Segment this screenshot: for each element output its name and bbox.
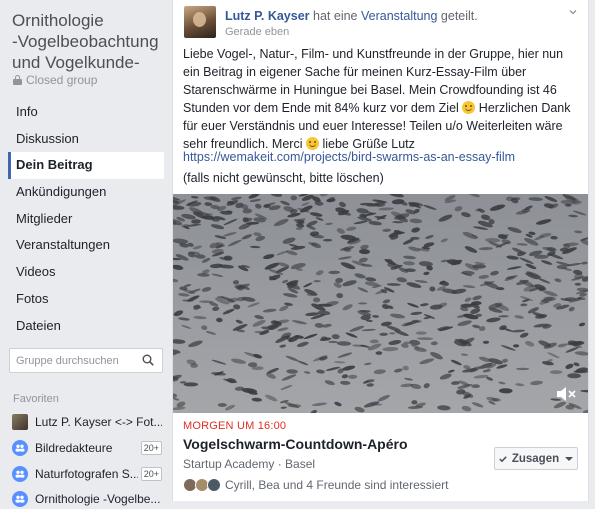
post-note: (falls nicht gewünscht, bitte löschen) [183, 171, 384, 185]
group-title-line-2[interactable]: -Vogelbeobachtung [12, 31, 168, 52]
favorite-label: Naturfotografen S... [35, 467, 138, 481]
group-title-line-3[interactable]: und Vogelkunde- [12, 52, 168, 73]
post-timestamp[interactable]: Gerade eben [225, 26, 289, 38]
mute-icon[interactable] [556, 386, 576, 402]
group-title[interactable]: Ornithologie -Vogelbeobachtung und Vogel… [12, 10, 168, 73]
nav-item-events[interactable]: Veranstaltungen [8, 232, 164, 259]
post-body: Liebe Vogel-, Natur-, Film- und Kunstfre… [183, 45, 583, 153]
post-author[interactable]: Lutz P. Kayser [225, 9, 310, 23]
event-date: MORGEN UM 16:00 [183, 420, 287, 432]
group-photo-icon [12, 414, 28, 430]
nav-item-members[interactable]: Mitglieder [8, 206, 164, 233]
nav-item-photos[interactable]: Fotos [8, 286, 164, 313]
interested-friends[interactable]: Cyrill, Bea und 4 Freunde sind interessi… [183, 478, 448, 492]
notification-badge: 20+ [140, 467, 162, 481]
going-button-label: Zusagen [511, 452, 560, 465]
chevron-down-icon [565, 456, 574, 461]
smile-emoji-icon [305, 137, 319, 150]
group-icon [12, 440, 28, 456]
check-icon [499, 455, 507, 462]
group-sidebar: Ornithologie -Vogelbeobachtung und Vogel… [0, 0, 172, 507]
post-text-part: liebe Grüße Lutz [322, 137, 415, 151]
post-link[interactable]: https://wemakeit.com/projects/bird-swarm… [183, 150, 515, 164]
lock-icon [13, 75, 22, 85]
group-privacy: Closed group [13, 73, 97, 87]
favorite-item[interactable]: Ornithologie -Vogelbe... [12, 489, 162, 509]
nav-item-your-post[interactable]: Dein Beitrag [8, 152, 164, 180]
event-venue[interactable]: Startup Academy · Basel [183, 457, 315, 471]
friend-avatars [183, 478, 221, 492]
group-icon [12, 491, 28, 507]
favorite-item[interactable]: Naturfotografen S... 20+ [12, 464, 162, 484]
post-card: Lutz P. Kayser hat eine Veranstaltung ge… [172, 0, 589, 501]
nav-item-videos[interactable]: Videos [8, 259, 164, 286]
bird-swarm-image [173, 194, 588, 413]
group-icon [12, 466, 28, 482]
favorite-label: Lutz P. Kayser <-> Fot... [35, 415, 162, 429]
post-header: Lutz P. Kayser hat eine Veranstaltung ge… [225, 9, 478, 23]
nav-item-discussion[interactable]: Diskussion [8, 126, 164, 153]
event-title[interactable]: Vogelschwarm-Countdown-Apéro [183, 436, 408, 452]
privacy-label: Closed group [26, 73, 98, 87]
event-cover-video[interactable] [173, 194, 588, 413]
avatar[interactable] [184, 6, 216, 38]
group-title-line-1[interactable]: Ornithologie [12, 10, 168, 31]
notification-badge: 20+ [140, 441, 162, 455]
group-search-input[interactable] [10, 349, 136, 372]
post-action-pre: hat eine [313, 9, 358, 23]
group-nav: Info Diskussion Dein Beitrag Ankündigung… [8, 99, 164, 339]
smile-emoji-icon [462, 101, 476, 114]
group-search [9, 348, 163, 373]
interested-text: Cyrill, Bea und 4 Freunde sind interessi… [225, 478, 449, 492]
post-action-post: geteilt. [440, 9, 478, 23]
favorite-label: Ornithologie -Vogelbe... [35, 492, 161, 506]
search-icon[interactable] [142, 354, 154, 366]
event-link[interactable]: Veranstaltung [361, 9, 437, 23]
chevron-down-icon[interactable] [569, 8, 577, 16]
nav-item-files[interactable]: Dateien [8, 313, 164, 340]
favorites-title: Favoriten [13, 393, 59, 405]
favorite-label: Bildredakteure [35, 441, 113, 455]
going-button[interactable]: Zusagen [494, 447, 578, 470]
avatar [207, 478, 221, 492]
nav-item-announcements[interactable]: Ankündigungen [8, 179, 164, 206]
favorite-item[interactable]: Bildredakteure 20+ [12, 438, 162, 458]
favorite-item[interactable]: Lutz P. Kayser <-> Fot... [12, 412, 162, 432]
nav-item-info[interactable]: Info [8, 99, 164, 126]
